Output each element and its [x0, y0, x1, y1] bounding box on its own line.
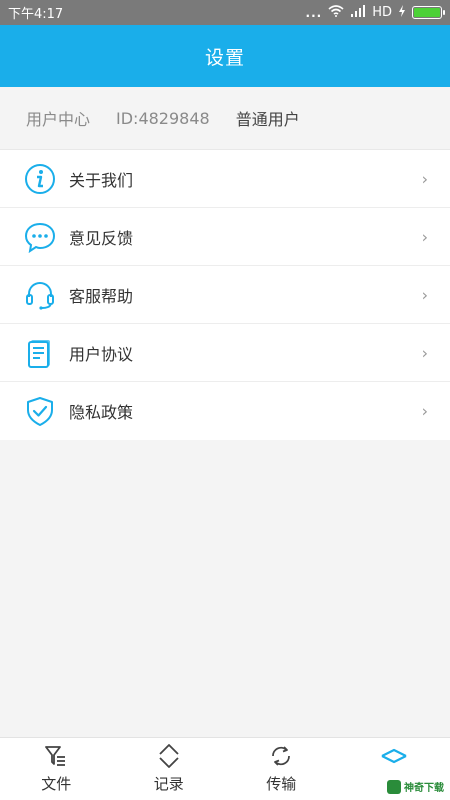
app-bar: 设置 — [0, 25, 450, 87]
user-center-label: 用户中心 — [26, 110, 91, 129]
chevron-right-icon: › — [421, 343, 428, 362]
chevron-right-icon: › — [421, 227, 428, 246]
menu-item-feedback[interactable]: 意见反馈 › — [0, 208, 450, 266]
menu-item-label: 关于我们 — [69, 170, 134, 190]
menu-item-user-agreement[interactable]: 用户协议 › — [0, 324, 450, 382]
network-type: HD — [372, 5, 392, 20]
bottom-nav: 文件 记录 传输 神奇下载 — [0, 737, 450, 800]
battery-level — [414, 8, 440, 17]
charging-icon — [398, 4, 406, 21]
tab-label: 文件 — [41, 775, 72, 793]
page-title: 设置 — [204, 46, 245, 69]
sync-icon — [267, 744, 295, 768]
menu-item-customer-help[interactable]: 客服帮助 › — [0, 266, 450, 324]
chevron-right-icon: › — [421, 285, 428, 304]
info-icon — [24, 163, 56, 195]
user-info-row: 用户中心 ID:4829848 普通用户 — [0, 87, 450, 150]
tab-files[interactable]: 文件 — [0, 738, 113, 800]
menu-item-about-us[interactable]: 关于我们 › — [0, 150, 450, 208]
status-bar: 下午4:17 ... HD — [0, 0, 450, 25]
watermark-text: 神奇下载 — [404, 783, 444, 794]
menu-item-label: 隐私政策 — [69, 403, 134, 422]
tab-label: 传输 — [266, 775, 297, 793]
menu-item-label: 用户协议 — [69, 344, 134, 364]
chevron-right-icon: › — [421, 401, 428, 421]
tab-records[interactable]: 记录 — [113, 738, 226, 800]
chat-bubble-icon — [24, 221, 56, 253]
menu-item-label: 客服帮助 — [69, 286, 134, 306]
tab-transfer[interactable]: 传输 — [225, 738, 338, 800]
settings-menu: 关于我们 › 意见反馈 › 客服帮助 › 用户协议 › 隐私政策 › — [0, 150, 450, 440]
status-dots: ... — [305, 5, 323, 20]
watermark-logo-icon — [387, 779, 401, 794]
chevron-right-icon: › — [421, 169, 428, 188]
shield-check-icon — [24, 395, 56, 427]
menu-item-privacy-policy[interactable]: 隐私政策 › — [0, 382, 450, 440]
menu-item-label: 意见反馈 — [69, 228, 134, 248]
document-icon — [24, 337, 56, 369]
settings-chevron-icon — [380, 744, 408, 768]
up-down-chevron-icon — [155, 744, 183, 768]
user-type: 普通用户 — [235, 110, 300, 129]
tab-label: 记录 — [153, 775, 184, 793]
wifi-icon — [328, 4, 344, 21]
user-id: ID:4829848 — [116, 108, 210, 128]
headset-icon — [24, 279, 56, 311]
battery-icon — [412, 6, 445, 19]
status-time: 下午4:17 — [8, 7, 64, 22]
status-icons: ... HD — [305, 4, 445, 21]
watermark: 神奇下载 — [387, 779, 444, 794]
signal-icon — [350, 4, 366, 21]
file-filter-icon — [42, 744, 70, 768]
